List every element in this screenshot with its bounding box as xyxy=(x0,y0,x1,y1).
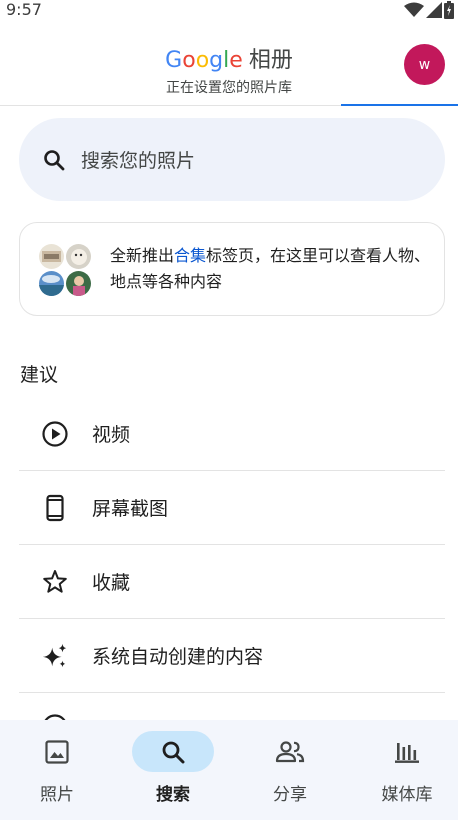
bottom-navigation: 照片 搜索 分享 媒体库 xyxy=(0,720,458,820)
collections-link[interactable]: 合集 xyxy=(174,246,206,265)
nav-indicator-active xyxy=(132,731,214,772)
brand-letter: G xyxy=(165,48,183,73)
nav-search[interactable]: 搜索 xyxy=(116,720,230,820)
search-bar[interactable]: 搜索您的照片 xyxy=(19,118,445,201)
brand-letter: o xyxy=(195,48,210,73)
status-icons xyxy=(404,1,454,19)
nav-label: 搜索 xyxy=(156,785,190,805)
promo-message: 全新推出合集标签页，在这里可以查看人物、地点等各种内容 xyxy=(110,243,432,295)
nav-indicator xyxy=(16,731,98,772)
search-icon xyxy=(41,147,67,173)
sparkle-icon xyxy=(41,642,69,670)
brand-letter: e xyxy=(229,48,243,73)
suggestion-label: 系统自动创建的内容 xyxy=(92,646,264,668)
product-name: 相册 xyxy=(248,48,293,73)
nav-sharing[interactable]: 分享 xyxy=(233,720,347,820)
thumbnail-photo xyxy=(39,244,64,269)
status-time: 9:57 xyxy=(6,0,42,19)
suggestions-heading: 建议 xyxy=(20,364,59,386)
wifi-icon xyxy=(404,2,424,17)
suggestion-screenshots[interactable]: 屏幕截图 xyxy=(19,471,445,545)
search-icon xyxy=(162,741,185,763)
suggestion-label: 收藏 xyxy=(92,572,131,594)
suggestion-label: 屏幕截图 xyxy=(92,498,169,520)
photo-icon xyxy=(45,739,69,764)
app-title: Google 相册 xyxy=(0,42,458,74)
star-icon xyxy=(41,568,69,596)
nav-library[interactable]: 媒体库 xyxy=(350,720,458,820)
people-icon xyxy=(275,740,305,762)
play-circle-icon xyxy=(41,420,69,448)
signal-icon xyxy=(426,2,442,18)
library-icon xyxy=(395,742,419,763)
collections-promo-card[interactable]: 全新推出合集标签页，在这里可以查看人物、地点等各种内容 xyxy=(19,222,445,316)
nav-indicator xyxy=(366,731,448,772)
setup-progress-indicator xyxy=(341,104,458,106)
app-header: Google 相册 正在设置您的照片库 w xyxy=(0,36,458,106)
nav-label: 媒体库 xyxy=(381,785,433,805)
nav-label: 照片 xyxy=(40,785,74,805)
suggestions-list: 视频 屏幕截图 收藏 系统自动创建的内容 xyxy=(19,397,445,733)
suggestion-label: 视频 xyxy=(92,424,131,446)
setup-status-text: 正在设置您的照片库 xyxy=(166,80,292,96)
battery-icon xyxy=(444,1,454,19)
thumbnail-photo xyxy=(66,244,91,269)
nav-indicator xyxy=(249,731,331,772)
nav-label: 分享 xyxy=(273,785,307,805)
suggestion-favorites[interactable]: 收藏 xyxy=(19,545,445,619)
phone-icon xyxy=(41,494,69,522)
brand-letter: g xyxy=(209,48,224,73)
promo-thumbnails xyxy=(39,244,91,296)
suggestion-auto-created[interactable]: 系统自动创建的内容 xyxy=(19,619,445,693)
account-avatar[interactable]: w xyxy=(404,44,445,85)
nav-photos[interactable]: 照片 xyxy=(0,720,114,820)
status-bar: 9:57 xyxy=(0,0,458,24)
thumbnail-photo xyxy=(66,271,91,296)
brand-letter: o xyxy=(182,48,196,73)
promo-text-start: 全新推出 xyxy=(110,246,175,265)
search-placeholder: 搜索您的照片 xyxy=(81,150,196,172)
thumbnail-photo xyxy=(39,271,64,296)
suggestion-videos[interactable]: 视频 xyxy=(19,397,445,471)
